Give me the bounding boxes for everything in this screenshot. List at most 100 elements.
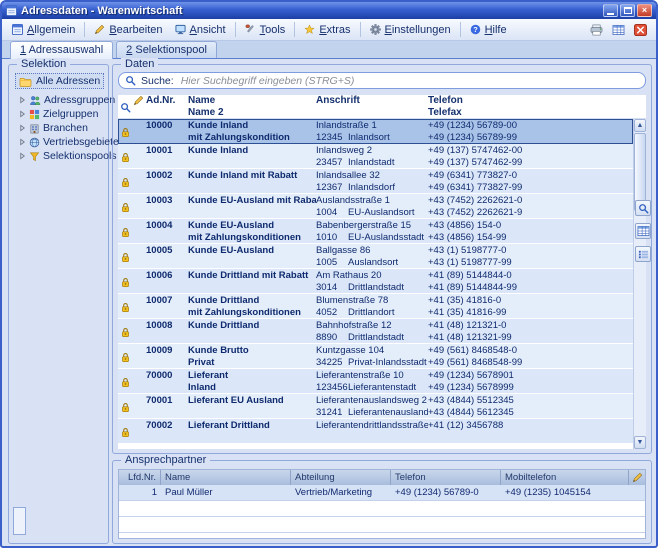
tree-item-adressgruppen[interactable]: Adressgruppen	[13, 93, 106, 107]
address-table-body: 10000Kunde Inlandmit ZahlungskonditionIn…	[118, 119, 633, 449]
address-name: Kunde Brutto	[188, 345, 316, 357]
pools-icon	[29, 151, 40, 162]
col-abteilung[interactable]: Abteilung	[291, 470, 391, 485]
col-contact-name[interactable]: Name	[161, 470, 291, 485]
title-bar[interactable]: Adressdaten - Warenwirtschaft ×	[2, 2, 656, 19]
col-anschrift[interactable]: Anschrift	[316, 95, 428, 118]
address-row[interactable]: 70002Lieferant DrittlandLieferantendritt…	[118, 419, 633, 444]
address-phone: +49 (561) 8468548-0	[428, 345, 633, 357]
address-phone: +41 (48) 121321-0	[428, 320, 633, 332]
col-adnr[interactable]: Ad.Nr.	[146, 95, 188, 118]
quick-toolbar	[587, 21, 652, 38]
address-row[interactable]: 10003Kunde EU-Ausland mit RabattAuslands…	[118, 194, 633, 219]
address-row[interactable]: 10008Kunde DrittlandBahnhofstraße 128890…	[118, 319, 633, 344]
address-name2: Inland	[188, 382, 316, 394]
address-number: 10000	[146, 120, 188, 143]
grid-view-button[interactable]	[635, 223, 651, 239]
tab-1-adressauswahl[interactable]: 1 Adressauswahl	[10, 41, 113, 59]
address-fax: +43 (7452) 2262621-9	[428, 207, 633, 219]
contact-row-empty[interactable]	[119, 501, 645, 517]
address-number: 10009	[146, 345, 188, 368]
tab-2-selektionspool[interactable]: 2 Selektionspool	[116, 41, 217, 58]
scroll-down-button[interactable]: ▼	[634, 436, 646, 449]
close-button[interactable]: ×	[637, 4, 652, 17]
table-view-button[interactable]	[609, 21, 628, 38]
menu-tools[interactable]: Tools	[239, 22, 292, 38]
menu-bar: Allgemein BearbeitenAnsicht Tools Extras Ein…	[2, 19, 656, 41]
tree-item-zielgruppen[interactable]: Zielgruppen	[13, 107, 106, 121]
address-city: Auslandsort	[348, 257, 398, 268]
address-number: 10008	[146, 320, 188, 343]
address-row[interactable]: 10009Kunde BruttoPrivatKuntzgasse 104342…	[118, 344, 633, 369]
print-button[interactable]	[587, 21, 606, 38]
tree-item-selektionspools[interactable]: Selektionspools	[13, 149, 106, 163]
lock-icon	[121, 371, 130, 393]
address-name2	[188, 207, 316, 219]
address-name2	[188, 257, 316, 269]
menu-extras[interactable]: Extras	[298, 22, 356, 38]
address-zip: 12367	[316, 182, 348, 194]
address-city: EU-Auslandsort	[348, 207, 415, 218]
search-input[interactable]	[179, 74, 639, 88]
address-row[interactable]: 10005Kunde EU-AuslandBallgasse 861005Aus…	[118, 244, 633, 269]
detail-search-button[interactable]	[635, 200, 651, 216]
col-contact-telefon[interactable]: Telefon	[391, 470, 501, 485]
list-view-button[interactable]	[635, 246, 651, 262]
address-zip: 4052	[316, 307, 348, 319]
search-bar: Suche:	[118, 72, 646, 89]
address-row[interactable]: 70000LieferantInlandLieferantenstraße 10…	[118, 369, 633, 394]
menu-bearbeiten[interactable]: Bearbeiten	[88, 22, 168, 38]
address-fax	[428, 432, 633, 444]
tree-item-vertriebsgebiete[interactable]: Vertriebsgebiete	[13, 135, 106, 149]
maximize-button[interactable]	[620, 4, 635, 17]
contact-row[interactable]: 1Paul MüllerVertrieb/Marketing+49 (1234)…	[119, 485, 645, 501]
contact-row-empty[interactable]	[119, 517, 645, 533]
menu-ansicht[interactable]: Ansicht	[169, 22, 232, 38]
menu-einstellungen[interactable]: Einstellungen	[364, 22, 457, 38]
scroll-up-button[interactable]: ▲	[634, 119, 646, 132]
col-telefon[interactable]: Telefon Telefax	[428, 95, 633, 118]
address-zip: 31241	[316, 407, 348, 419]
address-fax: +49 (561) 8468548-99	[428, 357, 633, 369]
lock-icon	[121, 196, 130, 218]
row-marker	[133, 170, 146, 193]
address-row[interactable]: 10007Kunde Drittlandmit Zahlungskonditio…	[118, 294, 633, 319]
address-row[interactable]: 10002Kunde Inland mit RabattInlandsallee…	[118, 169, 633, 194]
address-name: Kunde Inland	[188, 120, 316, 132]
address-name: Kunde EU-Ausland	[188, 220, 316, 232]
address-street: Inlandsweg 2	[316, 145, 428, 157]
col-mobiltelefon[interactable]: Mobiltelefon	[501, 470, 629, 485]
col-lfdnr[interactable]: Lfd.Nr.	[119, 470, 161, 485]
col-name[interactable]: Name Name 2	[188, 95, 316, 118]
address-number: 70001	[146, 395, 188, 418]
row-marker	[133, 295, 146, 318]
address-row[interactable]: 70001Lieferant EU AuslandLieferantenausl…	[118, 394, 633, 419]
row-marker	[133, 245, 146, 268]
minimize-button[interactable]	[603, 4, 618, 17]
address-row[interactable]: 10001Kunde InlandInlandsweg 223457Inland…	[118, 144, 633, 169]
close-view-button[interactable]	[631, 21, 650, 38]
address-fax: +49 (1234) 56789-99	[428, 132, 633, 144]
tree-root-alle-adressen[interactable]: Alle Adressen	[15, 73, 104, 89]
address-city: Drittlandstadt	[348, 282, 404, 293]
menu-hilfe[interactable]: ?Hilfe	[464, 22, 513, 38]
address-row[interactable]: 10004Kunde EU-Auslandmit Zahlungskonditi…	[118, 219, 633, 244]
address-number: 10004	[146, 220, 188, 243]
menu-allgemein[interactable]: Allgemein	[6, 22, 81, 38]
menu-separator	[235, 22, 236, 37]
row-marker	[133, 320, 146, 343]
row-marker	[133, 370, 146, 393]
row-marker	[133, 145, 146, 168]
vertical-scrollbar[interactable]: ▲ ▼	[633, 119, 646, 449]
address-name2: mit Zahlungskondition	[188, 132, 316, 144]
address-fax: +41 (48) 121321-99	[428, 332, 633, 344]
address-row[interactable]: 10000Kunde Inlandmit ZahlungskonditionIn…	[118, 119, 633, 144]
address-row[interactable]: 10006Kunde Drittland mit RabattAm Rathau…	[118, 269, 633, 294]
menu-separator	[294, 22, 295, 37]
address-number: 70002	[146, 420, 188, 443]
address-fax: +49 (1234) 5678999	[428, 382, 633, 394]
settings-icon	[370, 24, 381, 35]
tree-item-branchen[interactable]: Branchen	[13, 121, 106, 135]
address-street: Inlandsallee 32	[316, 170, 428, 182]
close-red-icon	[634, 24, 647, 36]
